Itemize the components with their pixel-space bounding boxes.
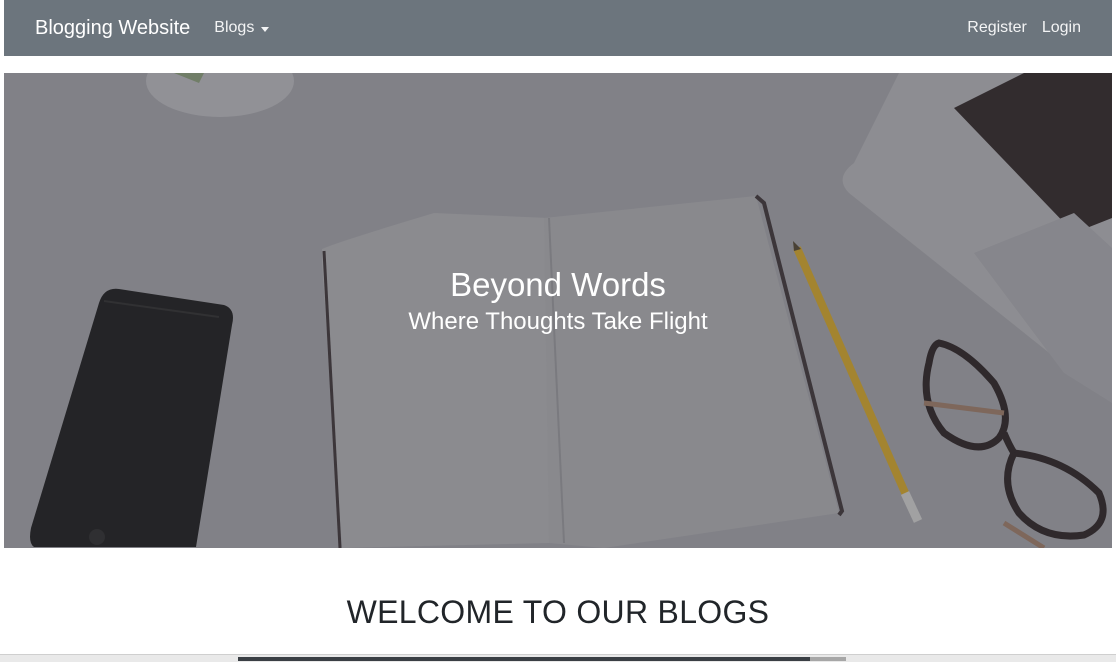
welcome-heading: WELCOME TO OUR BLOGS <box>346 594 770 630</box>
nav-right-group: Register Login <box>967 19 1081 37</box>
brand-link[interactable]: Blogging Website <box>35 17 190 40</box>
caret-down-icon[interactable] <box>261 26 270 32</box>
hero-text-group: Beyond Words Where Thoughts Take Flight <box>4 73 1112 548</box>
navbar: Blogging Website Blogs Register Login <box>4 0 1112 56</box>
hero-title: Beyond Words <box>450 265 666 303</box>
next-section-image-edge <box>238 657 810 661</box>
blogs-dropdown[interactable]: Blogs <box>214 19 270 37</box>
login-link[interactable]: Login <box>1042 19 1081 37</box>
hero-subtitle: Where Thoughts Take Flight <box>408 307 708 335</box>
next-section-divider <box>810 657 846 661</box>
hero-banner: Beyond Words Where Thoughts Take Flight <box>4 73 1112 548</box>
blogs-dropdown-label[interactable]: Blogs <box>214 19 254 37</box>
register-link[interactable]: Register <box>967 19 1027 37</box>
